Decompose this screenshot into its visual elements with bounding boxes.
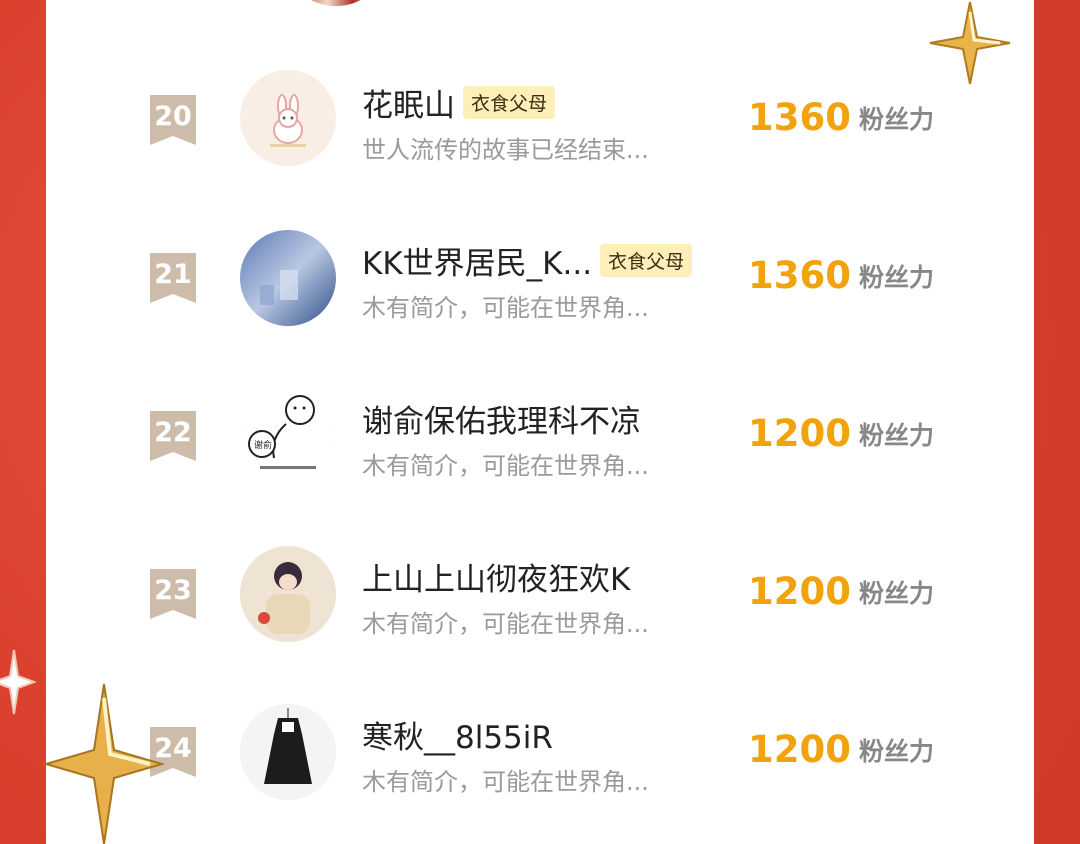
user-description: 木有简介，可能在世界角... xyxy=(362,294,649,322)
svg-text:谢俞: 谢俞 xyxy=(254,439,272,451)
score-value: 1360 xyxy=(748,96,851,139)
previous-row-avatar[interactable] xyxy=(293,0,379,6)
score-unit: 粉丝力 xyxy=(858,736,934,766)
user-name[interactable]: 寒秋__8l55iR xyxy=(362,720,553,756)
user-name[interactable]: 上山上山彻夜狂欢K xyxy=(362,562,630,598)
ranking-row[interactable]: 21 KK世界居民_K... 衣食父母 木有简介，可能在世界角... 1360 粉丝… xyxy=(46,202,1034,360)
ranking-row[interactable]: 23 上山上山彻夜狂欢K 木有简介，可能在世界角... 1200 粉丝力 xyxy=(46,518,1034,676)
ranking-row[interactable]: 24 寒秋__8l55iR 木有简介，可能在世界角... 1200 粉丝力 xyxy=(46,676,1034,834)
city-avatar[interactable] xyxy=(240,230,336,326)
sparkle-icon xyxy=(0,649,36,715)
user-name[interactable]: 花眠山 xyxy=(362,88,455,124)
user-name-line: 花眠山 衣食父母 xyxy=(362,80,556,124)
user-description: 木有简介，可能在世界角... xyxy=(362,610,649,638)
score-value: 1200 xyxy=(748,412,851,455)
doodle-avatar[interactable]: 谢俞 xyxy=(240,388,336,484)
fan-power-score: 1200 粉丝力 xyxy=(748,728,934,771)
score-unit: 粉丝力 xyxy=(858,262,934,292)
user-name-line: 上山上山彻夜狂欢K xyxy=(362,554,630,598)
rank-badge: 22 xyxy=(150,411,196,461)
rank-badge: 21 xyxy=(150,253,196,303)
user-name-line: KK世界居民_K... 衣食父母 xyxy=(362,238,693,282)
ranking-row[interactable]: 22 谢俞 谢俞保佑我理科不凉 木有简介，可能在世界角... 1200 粉丝力 xyxy=(46,360,1034,518)
user-description: 木有简介，可能在世界角... xyxy=(362,768,649,796)
score-value: 1200 xyxy=(748,728,851,771)
fan-power-score: 1360 粉丝力 xyxy=(748,254,934,297)
rank-badge: 23 xyxy=(150,569,196,619)
bunny-avatar[interactable] xyxy=(240,70,336,166)
user-description: 木有简介，可能在世界角... xyxy=(362,452,649,480)
score-value: 1360 xyxy=(748,254,851,297)
patron-badge: 衣食父母 xyxy=(600,244,693,277)
user-name-line: 寒秋__8l55iR xyxy=(362,712,553,756)
rank-badge: 20 xyxy=(150,95,196,145)
score-unit: 粉丝力 xyxy=(858,420,934,450)
dress-avatar[interactable] xyxy=(240,704,336,800)
anime-avatar[interactable] xyxy=(240,546,336,642)
user-name[interactable]: KK世界居民_K... xyxy=(362,246,592,282)
user-name-line: 谢俞保佑我理科不凉 xyxy=(362,396,641,440)
ranking-row[interactable]: 20 花眠山 衣食父母 世人流传的故事已经结束... 1360 粉丝力 xyxy=(46,44,1034,202)
score-value: 1200 xyxy=(748,570,851,613)
fan-power-score: 1360 粉丝力 xyxy=(748,96,934,139)
fan-power-score: 1200 粉丝力 xyxy=(748,570,934,613)
score-unit: 粉丝力 xyxy=(858,104,934,134)
sparkle-icon xyxy=(44,683,164,844)
fan-power-score: 1200 粉丝力 xyxy=(748,412,934,455)
score-unit: 粉丝力 xyxy=(858,578,934,608)
user-name[interactable]: 谢俞保佑我理科不凉 xyxy=(362,404,641,440)
sparkle-icon xyxy=(929,1,1011,85)
ranking-panel: 20 花眠山 衣食父母 世人流传的故事已经结束... 1360 粉丝力 21 KK世… xyxy=(46,0,1034,844)
patron-badge: 衣食父母 xyxy=(463,86,556,119)
user-description: 世人流传的故事已经结束... xyxy=(362,136,649,164)
